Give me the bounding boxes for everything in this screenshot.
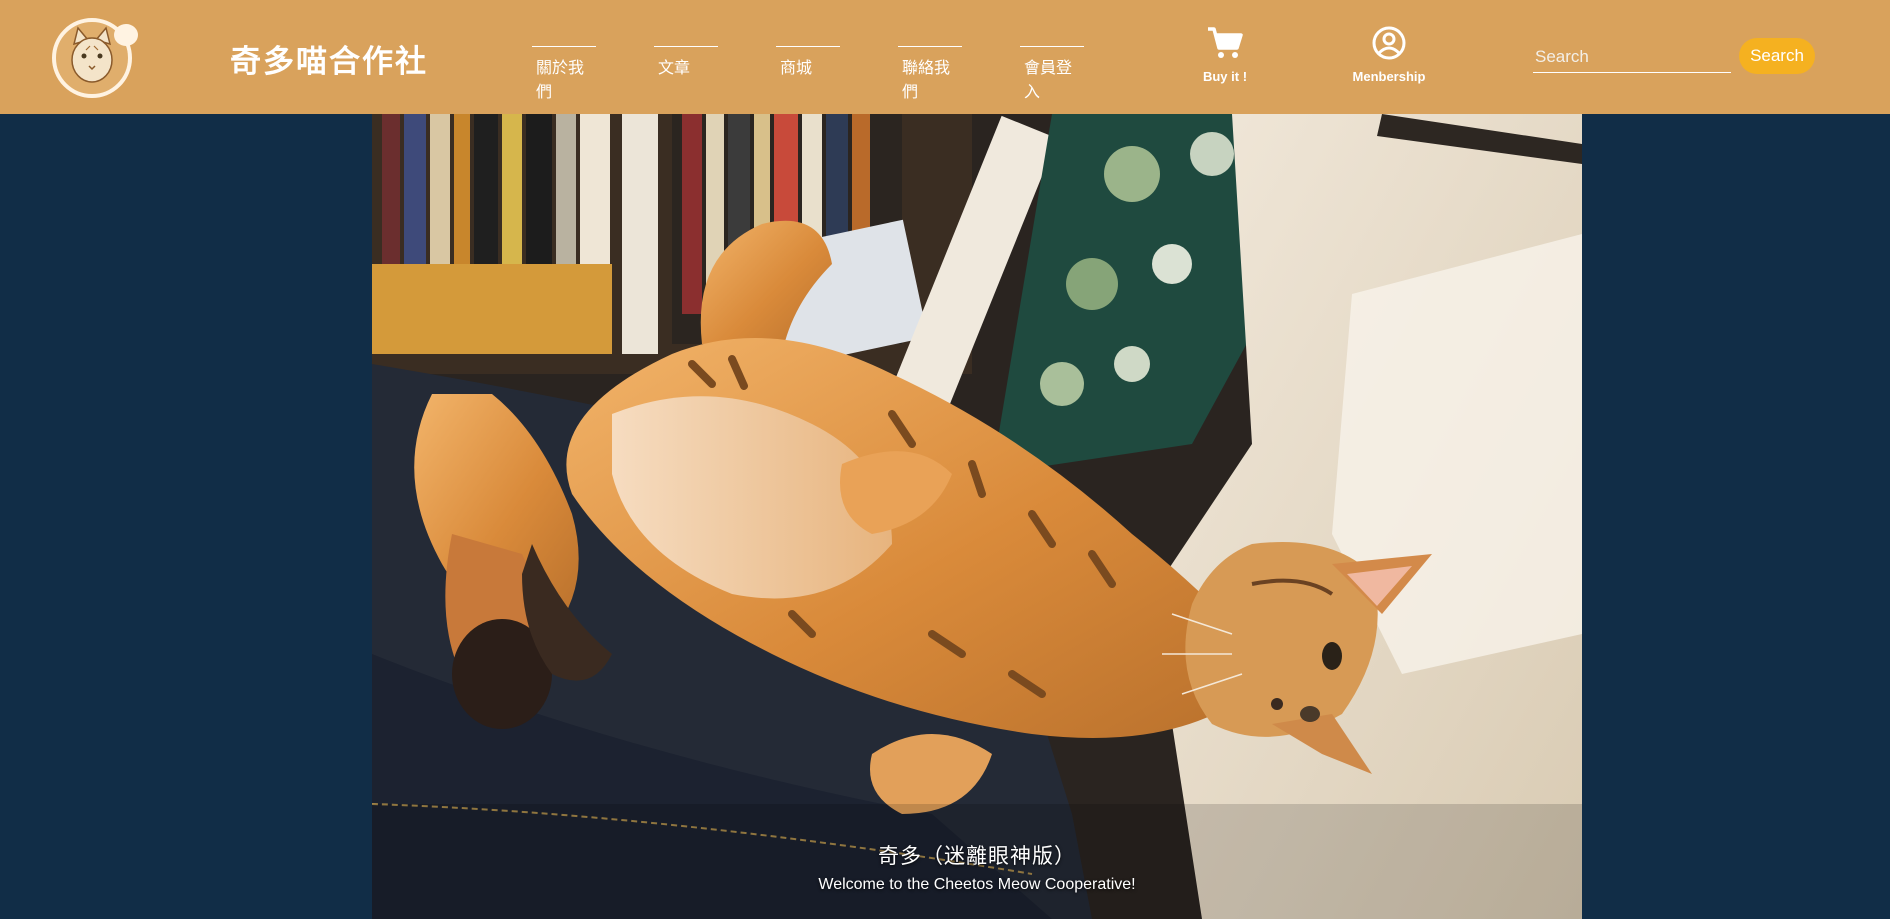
nav-link-about-label: 關於我們	[536, 60, 585, 101]
nav-link-login-label: 會員登入	[1024, 60, 1073, 101]
hero-subtitle: Welcome to the Cheetos Meow Cooperative!	[818, 876, 1136, 893]
hero-banner: 奇多（迷離眼神版） Welcome to the Cheetos Meow Co…	[372, 114, 1582, 919]
navbar: 奇多喵合作社 關於我們 文章 商城 聯絡我們 會員登入 Buy it ! Men…	[0, 0, 1890, 114]
brand-title[interactable]: 奇多喵合作社	[230, 36, 428, 81]
nav-link-contact[interactable]: 聯絡我們	[898, 46, 962, 102]
nav-link-shop-label: 商城	[780, 60, 813, 77]
search-button[interactable]: Search	[1739, 38, 1815, 74]
buy-it-button[interactable]: Buy it !	[1170, 26, 1280, 84]
buy-it-label: Buy it !	[1202, 69, 1248, 84]
nav-link-shop[interactable]: 商城	[776, 46, 840, 78]
hero-title: 奇多（迷離眼神版）	[878, 845, 1076, 868]
user-circle-icon	[1372, 26, 1406, 60]
nav-link-login[interactable]: 會員登入	[1020, 46, 1084, 102]
nav-link-articles[interactable]: 文章	[654, 46, 718, 78]
hero-cat-photo	[372, 114, 1582, 919]
nav-link-contact-label: 聯絡我們	[902, 60, 951, 101]
nav-link-about[interactable]: 關於我們	[532, 46, 596, 102]
search-input[interactable]	[1533, 42, 1731, 73]
nav-link-articles-label: 文章	[658, 60, 691, 77]
membership-button[interactable]: Menbership	[1334, 26, 1444, 84]
membership-label: Menbership	[1352, 69, 1426, 84]
speech-bubble-icon	[114, 24, 138, 46]
shopping-cart-icon	[1208, 27, 1243, 58]
